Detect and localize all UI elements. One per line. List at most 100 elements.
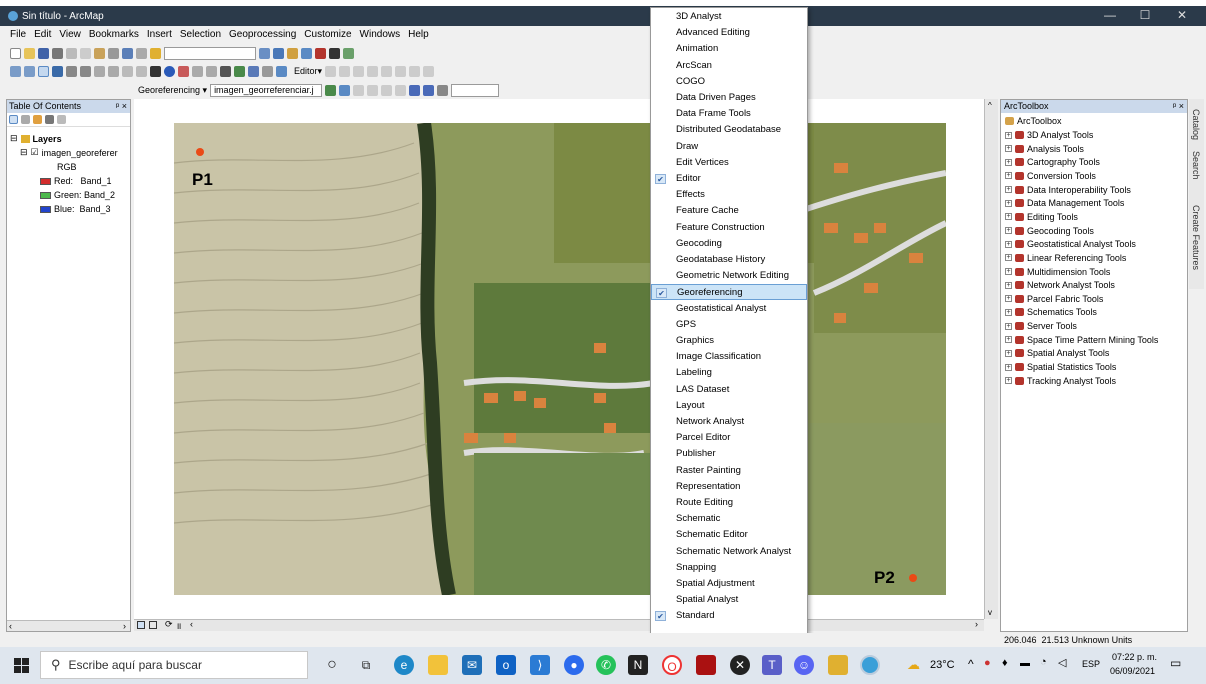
toolbox-item[interactable]: + Geostatistical Analyst Tools (1005, 239, 1136, 249)
attributes-icon[interactable] (395, 65, 407, 77)
rotate-georef-icon[interactable] (325, 84, 337, 96)
toc-icon[interactable] (273, 47, 284, 59)
toolbar-menu-item[interactable]: Geocoding (651, 236, 807, 252)
toolbox-item[interactable]: + Geocoding Tools (1005, 226, 1094, 236)
file-explorer-icon[interactable] (428, 655, 448, 675)
toolbox-item[interactable]: + Conversion Tools (1005, 171, 1096, 181)
tray-chevron-icon[interactable]: ^ (968, 657, 974, 671)
toolbar-menu-item[interactable]: ✔ Georeferencing (651, 284, 807, 301)
save-icon[interactable] (38, 47, 49, 59)
print-icon[interactable] (52, 47, 63, 59)
zoom-out-icon[interactable] (24, 65, 35, 77)
find-route-icon[interactable] (234, 65, 245, 77)
toolbar-menu-item[interactable]: Graphics (651, 333, 807, 349)
toolbar-menu-item[interactable]: Data Driven Pages (651, 90, 807, 106)
delete-icon[interactable] (108, 47, 119, 59)
mic-icon[interactable]: ♦ (1002, 657, 1008, 669)
clock-date[interactable]: 06/09/2021 (1110, 666, 1155, 676)
create-features-icon[interactable] (423, 65, 435, 77)
task-view-icon[interactable]: ⧉ (356, 655, 376, 675)
scroll-left-icon[interactable]: ‹ (9, 621, 12, 631)
select-features-icon[interactable] (122, 65, 133, 77)
open-icon[interactable] (24, 47, 35, 59)
expand-icon[interactable]: + (1005, 377, 1012, 385)
expand-icon[interactable]: + (1005, 322, 1012, 330)
toolbox-item[interactable]: + Schematics Tools (1005, 307, 1097, 317)
maximize-button[interactable]: ☐ (1130, 8, 1160, 22)
toolbox-item[interactable]: + Data Interoperability Tools (1005, 185, 1131, 195)
menu-customize[interactable]: Customize (304, 29, 351, 40)
expand-icon[interactable]: + (1005, 363, 1012, 371)
toc-options-icon[interactable] (57, 115, 66, 124)
zoom-to-link-icon[interactable] (395, 84, 407, 96)
toolbox-item[interactable]: + Spatial Statistics Tools (1005, 362, 1116, 372)
wifi-icon[interactable]: ◔ (1040, 656, 1047, 668)
toolbar-menu-item[interactable]: Layout (651, 398, 807, 414)
expand-icon[interactable]: + (1005, 281, 1012, 289)
hyperlink-icon[interactable] (178, 65, 189, 77)
select-elements-icon[interactable] (150, 65, 161, 77)
menu-edit[interactable]: Edit (34, 29, 51, 40)
toolbar-menu-item[interactable]: 3D Analyst (651, 9, 807, 25)
expand-icon[interactable]: + (1005, 172, 1012, 180)
catalog-tab[interactable]: Catalog (1191, 109, 1201, 140)
copy-icon[interactable] (80, 47, 91, 59)
python-icon[interactable] (329, 47, 340, 59)
split-icon[interactable] (367, 65, 379, 77)
notifications-icon[interactable]: ▭ (1170, 656, 1181, 670)
straight-segment-icon[interactable] (339, 65, 351, 77)
identify-icon[interactable] (164, 65, 175, 77)
toolbox-item[interactable]: + Network Analyst Tools (1005, 280, 1115, 290)
editor-toolbar-icon[interactable] (259, 47, 270, 59)
catalog-icon[interactable] (287, 47, 298, 59)
toolbox-item[interactable]: + Linear Referencing Tools (1005, 253, 1126, 263)
paste-icon[interactable] (94, 47, 105, 59)
expand-icon[interactable]: + (1005, 186, 1012, 194)
toolbox-close-icon[interactable]: ᵖ × (1173, 100, 1184, 113)
collapse-icon[interactable]: ⊟ (10, 133, 18, 144)
scroll-down-icon[interactable]: v (988, 608, 992, 617)
clock-time[interactable]: 07:22 p. m. (1112, 652, 1157, 662)
toolbox-item[interactable]: + Spatial Analyst Tools (1005, 348, 1109, 358)
select-link-icon[interactable] (381, 84, 393, 96)
expand-icon[interactable]: + (1005, 268, 1012, 275)
full-extent-icon[interactable] (52, 65, 63, 77)
forward-icon[interactable] (108, 65, 119, 77)
cortana-icon[interactable]: ○ (322, 655, 342, 675)
scale-combo[interactable] (164, 46, 256, 60)
toolbar-menu-item[interactable]: Draw (651, 139, 807, 155)
time-slider-icon[interactable] (262, 65, 273, 77)
new-icon[interactable] (10, 47, 21, 59)
toolbar-menu-item[interactable]: Network Analyst (651, 414, 807, 430)
go-to-xy-icon[interactable] (248, 65, 259, 77)
list-by-source-icon[interactable] (21, 115, 30, 124)
toolbar-menu-item[interactable]: Edit Vertices (651, 155, 807, 171)
pan-icon[interactable] (38, 65, 49, 77)
scroll-up-icon[interactable]: ^ (988, 101, 992, 110)
toolbar-menu-item[interactable]: LAS Dataset (651, 382, 807, 398)
layout-view-icon[interactable] (149, 621, 157, 629)
model-builder-icon[interactable] (343, 47, 354, 59)
expand-icon[interactable]: + (1005, 336, 1012, 344)
expand-icon[interactable]: + (1005, 145, 1012, 153)
toolbar-menu-item[interactable]: Advanced Editing (651, 25, 807, 41)
create-features-tab[interactable]: Create Features (1191, 205, 1201, 270)
scale-icon[interactable] (353, 84, 365, 96)
toolbox-item[interactable]: + Server Tools (1005, 321, 1077, 331)
toolbar-menu-item[interactable]: Geometric Network Editing (651, 268, 807, 284)
discord-icon[interactable]: ☺ (794, 655, 814, 675)
menu-help[interactable]: Help (408, 29, 429, 40)
toolbar-menu-item[interactable]: Raster Painting (651, 463, 807, 479)
expand-icon[interactable]: + (1005, 240, 1012, 248)
toolbar-menu-item[interactable]: Feature Construction (651, 220, 807, 236)
minimize-button[interactable]: — (1095, 8, 1125, 22)
search-tab[interactable]: Search (1191, 151, 1201, 180)
redo-icon[interactable] (136, 47, 147, 59)
toolbar-menu-item[interactable]: COGO (651, 74, 807, 90)
expand-icon[interactable]: + (1005, 227, 1012, 235)
whatsapp-icon[interactable]: ✆ (596, 655, 616, 675)
georeferencing-menu[interactable]: Georeferencing ▾ (138, 85, 207, 96)
toolbar-menu-item[interactable]: Schematic Editor (651, 527, 807, 543)
toolbar-menu-item[interactable]: Snapping (651, 560, 807, 576)
toolbox-item[interactable]: + Cartography Tools (1005, 157, 1100, 167)
